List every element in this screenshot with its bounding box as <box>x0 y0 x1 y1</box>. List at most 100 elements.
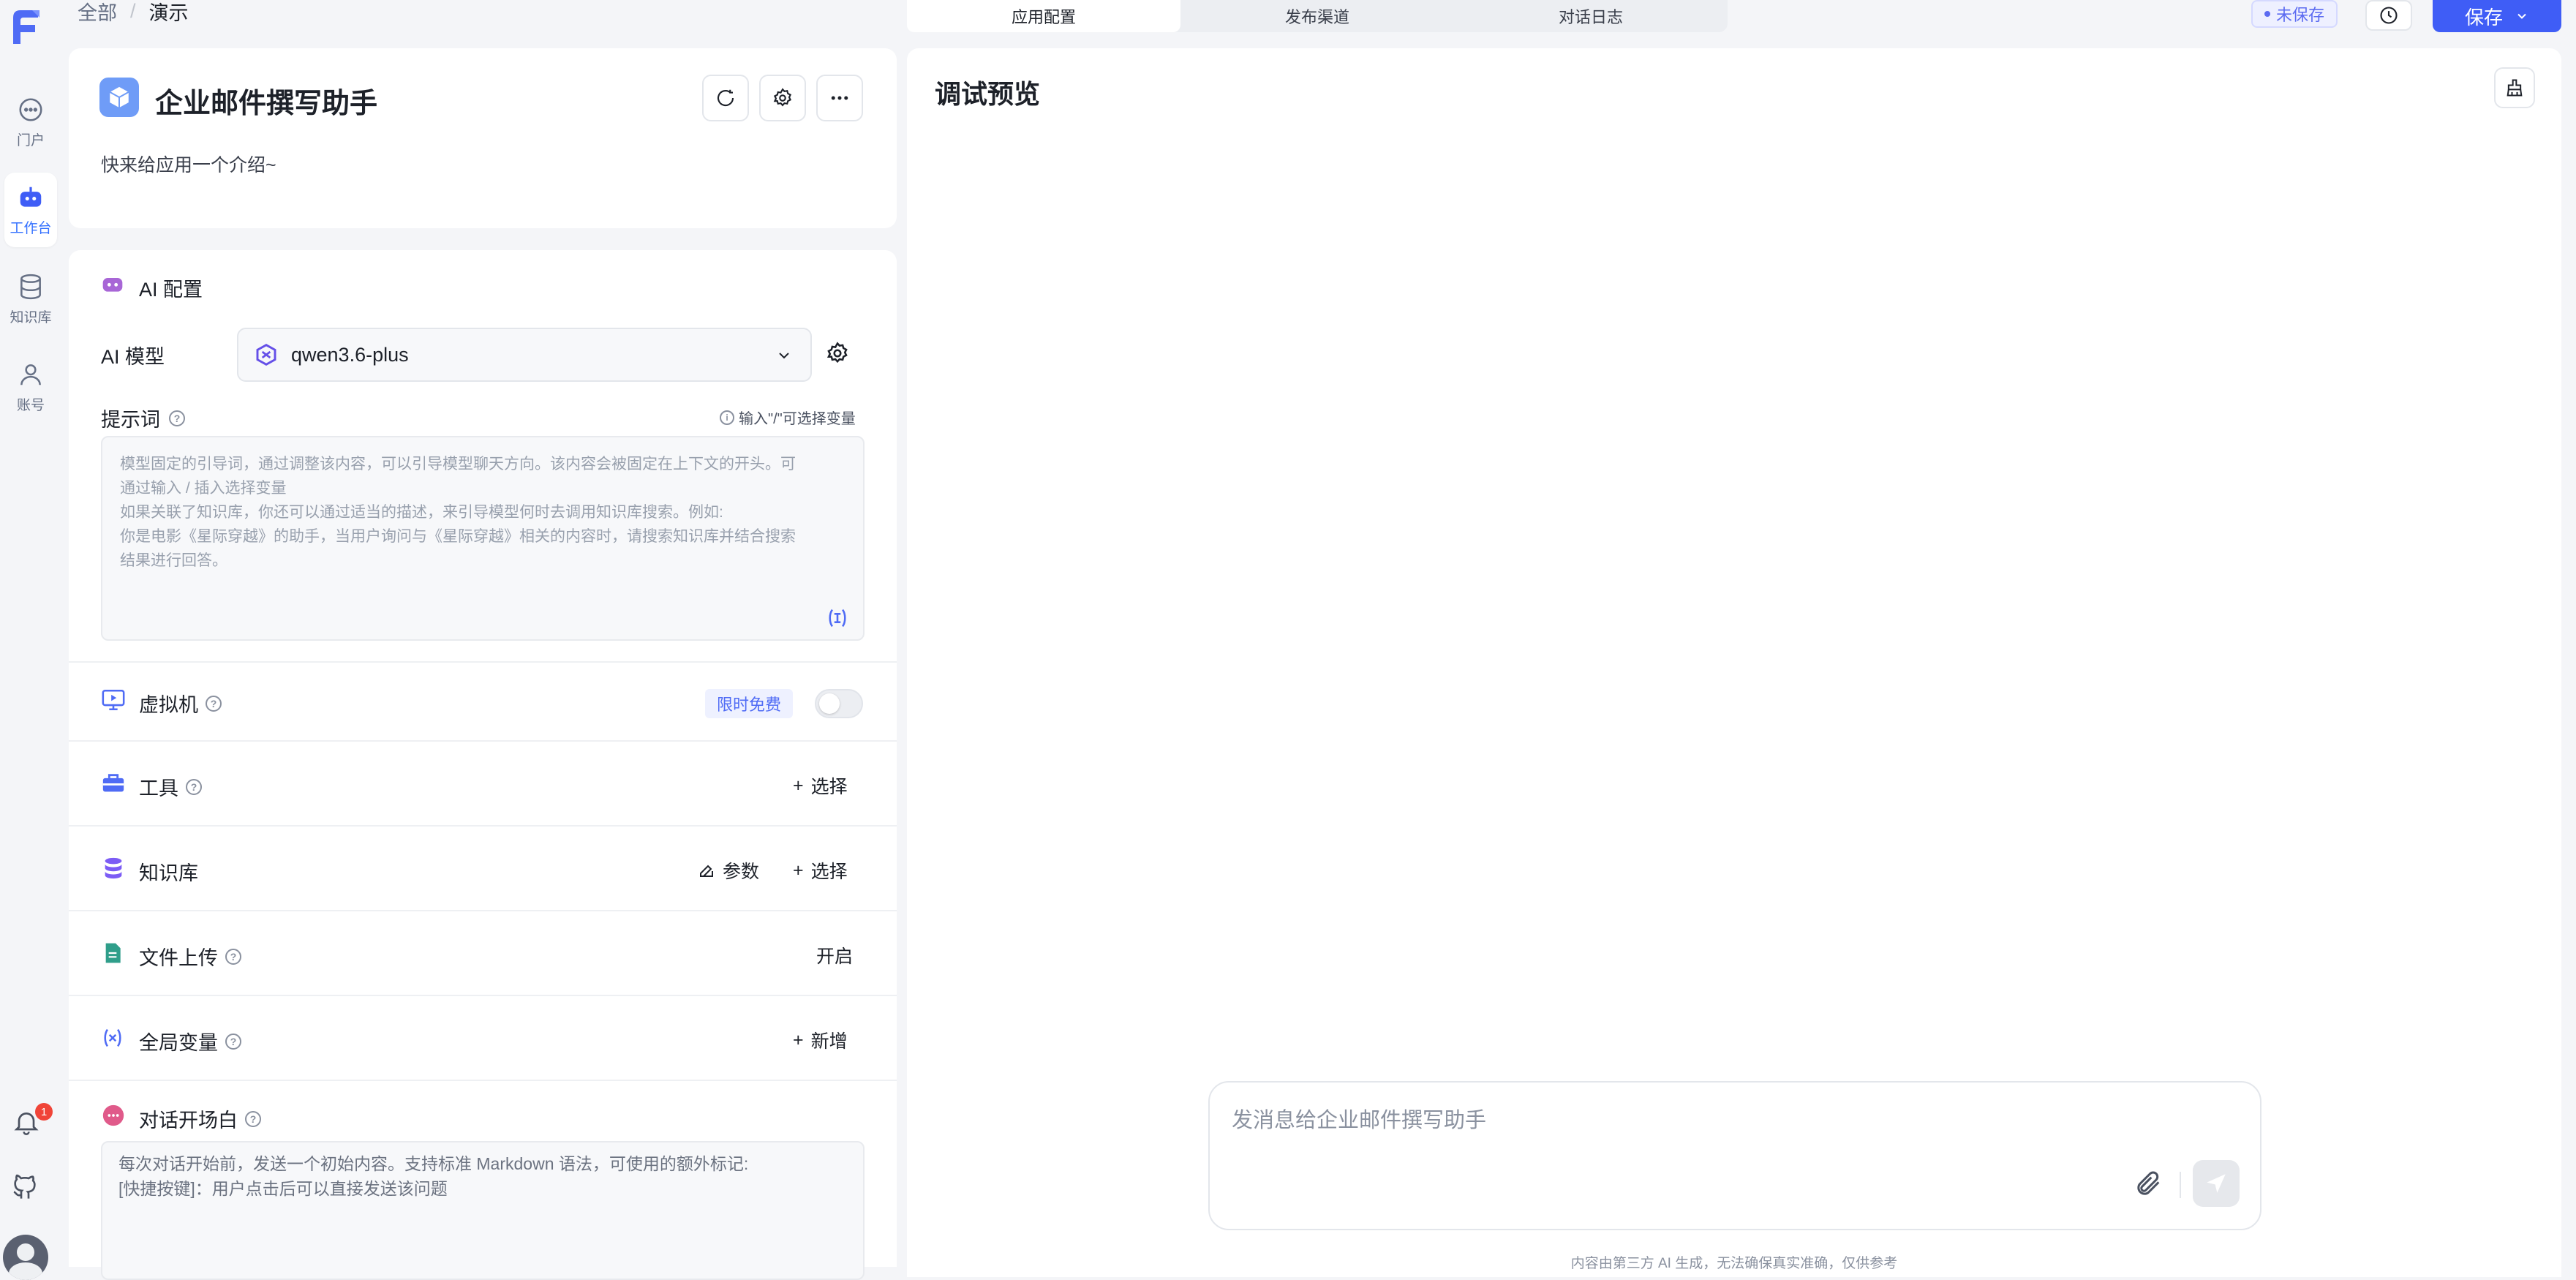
tools-select-label: 选择 <box>810 777 848 797</box>
nav-account[interactable]: 账号 <box>4 350 57 424</box>
left-nav: 门户 工作台 知识库 账号 1 <box>0 0 59 1280</box>
send-button[interactable] <box>2193 1160 2240 1207</box>
config-tabs: 应用配置 发布渠道 对话日志 <box>907 0 1728 32</box>
unsaved-badge: 未保存 <box>2251 0 2338 28</box>
prompt-hint-text: 输入"/"可选择变量 <box>739 411 856 427</box>
file-upload-title-row: 文件上传 ? <box>139 942 241 971</box>
app-info-card: 企业邮件撰写助手 快来给应用一个介绍~ <box>69 48 897 228</box>
file-upload-enable-button[interactable]: 开启 <box>816 942 853 968</box>
nav-knowledge[interactable]: 知识库 <box>4 262 57 336</box>
tab-chat-logs[interactable]: 对话日志 <box>1454 0 1728 32</box>
chat-input-placeholder: 发消息给企业邮件撰写助手 <box>1232 1109 1487 1132</box>
broom-icon <box>2507 79 2523 97</box>
more-icon <box>831 96 848 100</box>
gear-icon <box>826 342 848 364</box>
help-icon[interactable]: ? <box>245 1110 261 1127</box>
nav-portal[interactable]: 门户 <box>4 85 57 159</box>
tools-select-button[interactable]: + 选择 <box>793 772 848 799</box>
prompt-placeholder-line: 通过输入 / 插入选择变量 <box>120 480 287 497</box>
settings-button[interactable] <box>759 75 806 121</box>
tools-title-row: 工具 ? <box>139 772 202 801</box>
robot-icon <box>102 278 123 292</box>
help-icon[interactable]: ? <box>169 410 185 426</box>
breadcrumb-root[interactable]: 全部 <box>78 0 117 26</box>
knowledge-select-label: 选择 <box>810 862 848 882</box>
vm-toggle[interactable] <box>815 689 863 718</box>
tab-publish-channel[interactable]: 发布渠道 <box>1180 0 1454 32</box>
database-icon <box>105 857 122 879</box>
globals-add-label: 新增 <box>810 1031 848 1052</box>
chat-bubble-icon <box>19 97 42 121</box>
more-button[interactable] <box>816 75 863 121</box>
file-upload-title: 文件上传 <box>139 947 218 969</box>
model-value: qwen3.6-plus <box>291 343 409 366</box>
plus-icon: + <box>793 859 804 881</box>
debug-preview-panel: 调试预览 发消息给企业邮件撰写助手 内容由第三方 AI 生成，无法确保真实准确，… <box>907 48 2561 1277</box>
breadcrumb-current: 演示 <box>148 1 189 24</box>
app-logo[interactable] <box>10 7 42 47</box>
model-label: AI 模型 <box>101 346 165 368</box>
prompt-textarea[interactable]: 模型固定的引导词，通过调整该内容，可以引导模型聊天方向。该内容会被固定在上下文的… <box>101 436 865 641</box>
prompt-placeholder-line: 结果进行回答。 <box>120 552 227 569</box>
chevron-down-icon <box>779 353 789 359</box>
panel-divider[interactable] <box>897 0 907 1267</box>
chat-dots-icon <box>102 1104 124 1126</box>
file-upload-enable-label: 开启 <box>816 946 854 967</box>
notification-button[interactable]: 1 <box>10 1103 53 1138</box>
save-button[interactable]: 保存 <box>2433 0 2561 32</box>
send-icon <box>2207 1174 2226 1193</box>
tools-title: 工具 <box>139 778 178 799</box>
app-name[interactable]: 企业邮件撰写助手 <box>155 80 377 121</box>
nav-workbench-label: 工作台 <box>10 220 52 236</box>
knowledge-params-button[interactable]: 参数 <box>698 857 759 884</box>
section-file-upload: 文件上传 ? 开启 <box>69 910 897 995</box>
prompt-label-row: 提示词 ? <box>101 404 185 432</box>
refresh-icon <box>717 89 734 107</box>
file-icon <box>105 943 121 963</box>
nav-workbench[interactable]: 工作台 <box>4 173 57 247</box>
history-button[interactable] <box>2365 0 2412 31</box>
breadcrumb: 全部 / 演示 <box>78 0 189 24</box>
refresh-button[interactable] <box>702 75 749 121</box>
clear-chat-button[interactable] <box>2494 67 2535 108</box>
globals-add-button[interactable]: + 新增 <box>793 1027 848 1053</box>
ai-config-icon <box>101 272 124 295</box>
app-intro[interactable]: 快来给应用一个介绍~ <box>101 151 276 177</box>
input-divider <box>2180 1172 2181 1198</box>
section-tools: 工具 ? + 选择 <box>69 740 897 825</box>
help-icon[interactable]: ? <box>186 778 202 795</box>
prompt-label: 提示词 <box>101 409 160 431</box>
opening-textarea[interactable]: 每次对话开始前，发送一个初始内容。支持标准 Markdown 语法，可使用的额外… <box>101 1141 865 1280</box>
help-icon[interactable]: ? <box>206 695 222 712</box>
toolbox-icon <box>102 774 124 792</box>
variable-icon <box>104 1028 121 1047</box>
section-global-variables: 全局变量 ? + 新增 <box>69 995 897 1080</box>
model-select[interactable]: qwen3.6-plus <box>237 328 812 382</box>
tab-app-config[interactable]: 应用配置 <box>907 0 1180 32</box>
opening-placeholder-line: [快捷按键]：用户点击后可以直接发送该问题 <box>118 1179 448 1198</box>
prompt-placeholder-line: 你是电影《星际穿越》的助手，当用户询问与《星际穿越》相关的内容时，请搜索知识库并… <box>120 528 796 545</box>
section-opening-message: 对话开场白 ? 每次对话开始前，发送一个初始内容。支持标准 Markdown 语… <box>69 1080 897 1280</box>
help-icon[interactable]: ? <box>225 948 241 965</box>
github-icon <box>13 1174 36 1199</box>
model-settings-button[interactable] <box>825 341 853 369</box>
unsaved-label: 未保存 <box>2276 6 2325 24</box>
knowledge-select-button[interactable]: + 选择 <box>793 857 848 884</box>
prompt-placeholder-line: 模型固定的引导词，通过调整该内容，可以引导模型聊天方向。该内容会被固定在上下文的… <box>120 456 796 473</box>
attachment-icon[interactable] <box>2134 1169 2163 1198</box>
nav-account-label: 账号 <box>16 397 45 413</box>
section-knowledge: 知识库 参数 + 选择 <box>69 825 897 910</box>
unsaved-dot <box>2264 11 2270 17</box>
knowledge-title: 知识库 <box>139 862 198 884</box>
monitor-icon <box>102 689 125 711</box>
github-button[interactable] <box>10 1172 42 1204</box>
prompt-placeholder-line: 如果关联了知识库，你还可以通过适当的描述，来引导模型何时去调用知识库搜索。例如: <box>120 504 723 521</box>
variable-insert-icon[interactable] <box>825 606 850 630</box>
avatar[interactable] <box>3 1235 48 1280</box>
knowledge-title-row: 知识库 <box>139 857 198 886</box>
help-icon[interactable]: ? <box>225 1033 241 1050</box>
gear-icon <box>773 88 792 107</box>
prompt-variable-hint: i 输入"/"可选择变量 <box>720 407 856 428</box>
chat-input-box[interactable]: 发消息给企业邮件撰写助手 <box>1208 1081 2261 1230</box>
vm-title: 虚拟机 <box>139 694 198 716</box>
